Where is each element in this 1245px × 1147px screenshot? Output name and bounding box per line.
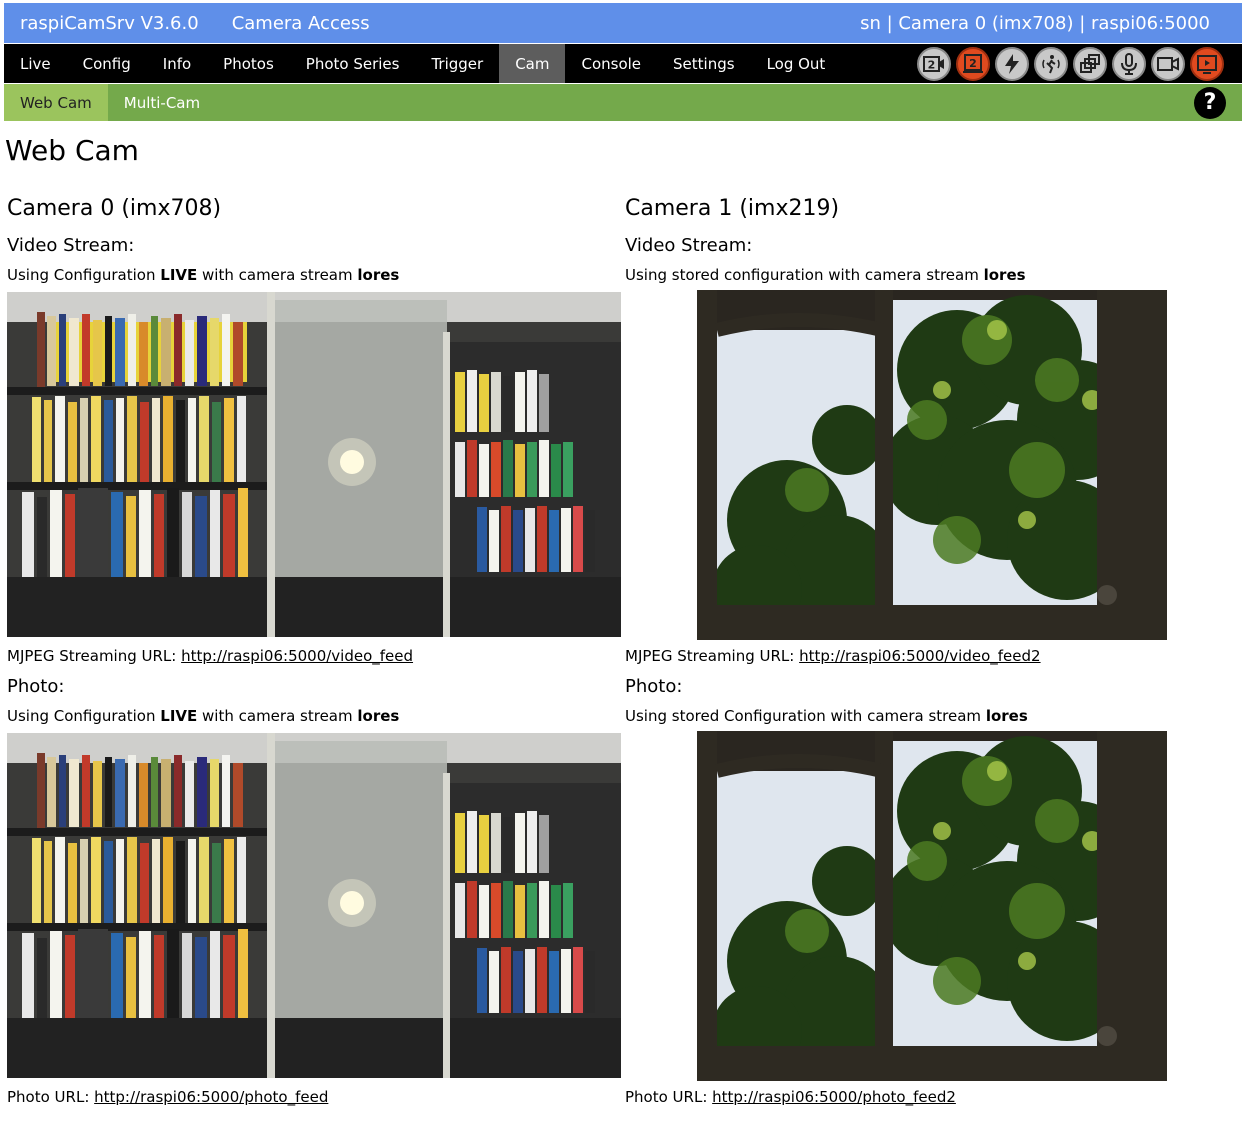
camera-1-stream-url-link[interactable]: http://raspi06:5000/video_feed2 [799,647,1040,665]
nav-log-out[interactable]: Log Out [751,44,842,83]
nav-photos[interactable]: Photos [207,44,290,83]
camera-0-title: Camera 0 (imx708) [7,196,222,221]
camera-0-photo-url-label: Photo URL: [7,1088,95,1106]
camera-0-video-config-prefix: Using Configuration [7,266,161,284]
page: raspiCamSrv V3.6.0 Camera Access sn | Ca… [0,0,1245,1147]
camera-1-title: Camera 1 (imx219) [625,196,840,221]
microphone-icon[interactable] [1112,46,1146,81]
nav-trigger[interactable]: Trigger [415,44,499,83]
camera-0-photo-image [7,733,621,1078]
camera-0-video-config-name: LIVE [160,266,198,284]
camera-1-video-stream: lores [983,266,1026,284]
camera-0-photo-url-link[interactable]: http://raspi06:5000/photo_feed [94,1088,328,1106]
camera-1-photo-url-link[interactable]: http://raspi06:5000/photo_feed2 [712,1088,956,1106]
nav-config[interactable]: Config [67,44,147,83]
camera-0-photo-config-prefix: Using Configuration [7,707,161,725]
motion-icon[interactable] [1034,46,1068,81]
nav-photo-series[interactable]: Photo Series [290,44,416,83]
nav-icon-bar: 2 2 [917,46,1224,81]
camera-0-stream-url-link[interactable]: http://raspi06:5000/video_feed [181,647,413,665]
main-nav: Live Config Info Photos Photo Series Tri… [4,44,1242,83]
camera-1-photo-image [697,731,1167,1081]
camera-0-photo-stream: lores [357,707,400,725]
camera-0-photo-config-name: LIVE [160,707,198,725]
camera-0-photo-url-line: Photo URL: http://raspi06:5000/photo_fee… [7,1088,328,1106]
title-bar: raspiCamSrv V3.6.0 Camera Access sn | Ca… [4,3,1242,43]
camera-1-photo-url-line: Photo URL: http://raspi06:5000/photo_fee… [625,1088,956,1106]
camera-0-stream-url-label: MJPEG Streaming URL: [7,647,182,665]
camera-0-video-config-mid: with camera stream [197,266,358,284]
camera-1-video-config-prefix: Using stored configuration with camera s… [625,266,984,284]
camera-1-video-label: Video Stream: [625,235,753,256]
camera-0-photo-label: Photo: [7,676,65,697]
camera-0-video-label: Video Stream: [7,235,135,256]
section-title: Camera Access [231,12,370,34]
camera-0-video-image [7,292,621,637]
nav-live[interactable]: Live [4,44,67,83]
multi-window-icon[interactable] [1073,46,1107,81]
nav-console[interactable]: Console [565,44,657,83]
camera-1-photo-label: Photo: [625,676,683,697]
camera-0-video-config: Using Configuration LIVE with camera str… [7,266,399,284]
camera-1-photo-stream: lores [985,707,1028,725]
camera-1-photo-config-prefix: Using stored Configuration with camera s… [625,707,986,725]
camera-1-video-image [697,290,1167,640]
camera-2-icon-label: 2 [928,58,936,71]
camera-0-photo-config: Using Configuration LIVE with camera str… [7,707,399,725]
camera-0-stream-url-line: MJPEG Streaming URL: http://raspi06:5000… [7,647,413,665]
camera-0-photo-config-mid: with camera stream [197,707,358,725]
camera-swap-2-icon[interactable]: 2 [956,46,990,81]
camera-1-video-config: Using stored configuration with camera s… [625,266,1026,284]
camera-2-icon[interactable]: 2 [917,46,951,81]
camera-1-stream-url-label: MJPEG Streaming URL: [625,647,800,665]
camera-1-stream-url-line: MJPEG Streaming URL: http://raspi06:5000… [625,647,1041,665]
stream-icon[interactable] [1190,46,1224,81]
nav-cam[interactable]: Cam [499,44,566,83]
status-text: sn | Camera 0 (imx708) | raspi06:5000 [860,12,1210,34]
app-title: raspiCamSrv V3.6.0 [20,12,199,34]
camera-1-photo-url-label: Photo URL: [625,1088,713,1106]
video-camera-icon[interactable] [1151,46,1185,81]
sub-nav: Web Cam Multi-Cam ? [4,84,1242,121]
subnav-multi-cam[interactable]: Multi-Cam [108,84,216,121]
camera-0-video-stream: lores [357,266,400,284]
nav-info[interactable]: Info [147,44,207,83]
help-icon[interactable]: ? [1194,86,1226,119]
lightning-icon[interactable] [995,46,1029,81]
page-title: Web Cam [5,134,139,167]
camera-swap-2-icon-label: 2 [969,57,977,70]
camera-1-photo-config: Using stored Configuration with camera s… [625,707,1028,725]
subnav-web-cam[interactable]: Web Cam [4,84,108,121]
nav-settings[interactable]: Settings [657,44,751,83]
